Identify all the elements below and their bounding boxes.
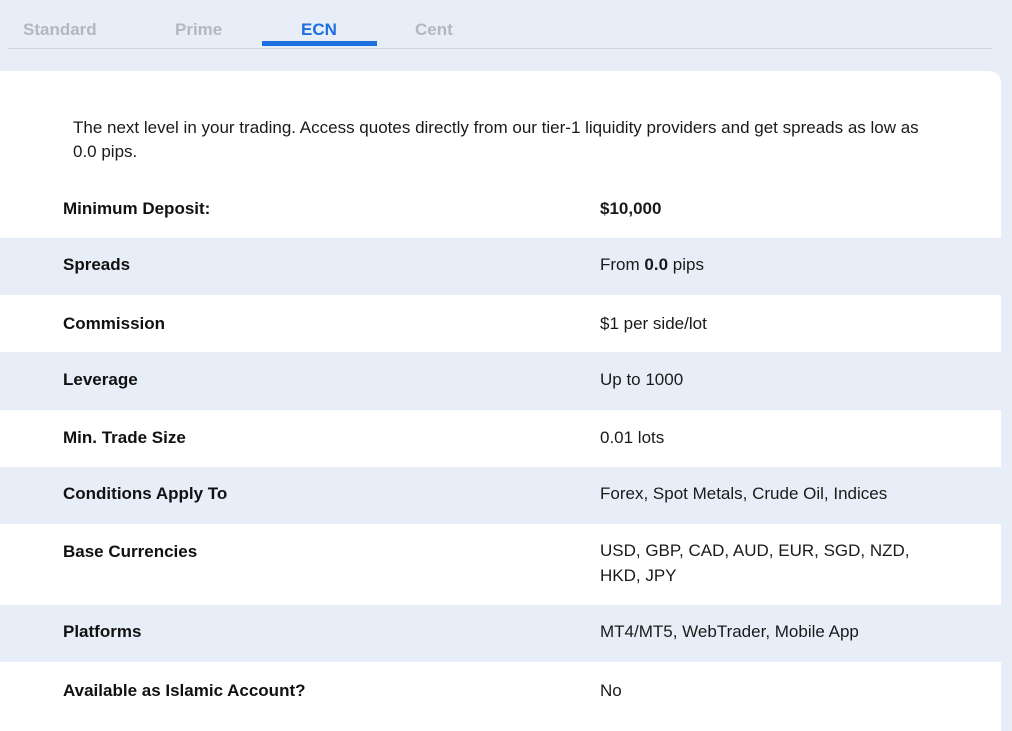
row-label: Base Currencies — [63, 542, 198, 561]
row-value: No — [600, 681, 622, 700]
row-value: Up to 1000 — [600, 370, 684, 389]
row-value: From 0.0 pips — [600, 252, 940, 277]
spread-number: 0.0 — [644, 255, 669, 274]
row-minimum-deposit: Minimum Deposit: $10,000 — [0, 180, 1001, 238]
row-min-trade-size: Min. Trade Size 0.01 lots — [0, 410, 1001, 467]
account-description: The next level in your trading. Access q… — [73, 118, 919, 161]
row-islamic-account: Available as Islamic Account? No — [0, 662, 1001, 725]
tab-ecn[interactable]: ECN — [301, 20, 337, 40]
row-leverage: Leverage Up to 1000 — [0, 352, 1001, 410]
row-conditions-apply-to: Conditions Apply To Forex, Spot Metals, … — [0, 467, 1001, 524]
row-value: $1 per side/lot — [600, 314, 707, 333]
row-value: MT4/MT5, WebTrader, Mobile App — [600, 622, 859, 641]
spread-prefix: From — [600, 255, 645, 274]
row-label: Min. Trade Size — [63, 428, 186, 447]
row-commission: Commission $1 per side/lot — [0, 295, 1001, 352]
row-base-currencies: Base Currencies USD, GBP, CAD, AUD, EUR,… — [0, 524, 1001, 605]
account-type-tabs: Standard Prime ECN Cent — [8, 0, 992, 49]
row-label: Commission — [63, 314, 166, 333]
active-tab-indicator — [262, 41, 377, 46]
tab-standard[interactable]: Standard — [23, 20, 97, 40]
spread-suffix: pips — [668, 255, 704, 274]
row-value: $10,000 — [600, 199, 662, 218]
row-label: Available as Islamic Account? — [63, 681, 306, 700]
row-value: USD, GBP, CAD, AUD, EUR, SGD, NZD, HKD, … — [600, 541, 910, 585]
row-platforms: Platforms MT4/MT5, WebTrader, Mobile App — [0, 605, 1001, 662]
tab-prime[interactable]: Prime — [175, 20, 222, 40]
row-label: Leverage — [63, 370, 138, 389]
row-label: Minimum Deposit: — [63, 199, 211, 218]
row-label: Conditions Apply To — [63, 484, 228, 503]
tab-cent[interactable]: Cent — [415, 20, 453, 40]
row-label: Platforms — [63, 622, 142, 641]
row-value: Forex, Spot Metals, Crude Oil, Indices — [600, 484, 888, 503]
row-value: 0.01 lots — [600, 428, 665, 447]
row-label: Spreads — [63, 255, 131, 274]
row-spreads: Spreads From 0.0 pips — [0, 238, 1001, 295]
